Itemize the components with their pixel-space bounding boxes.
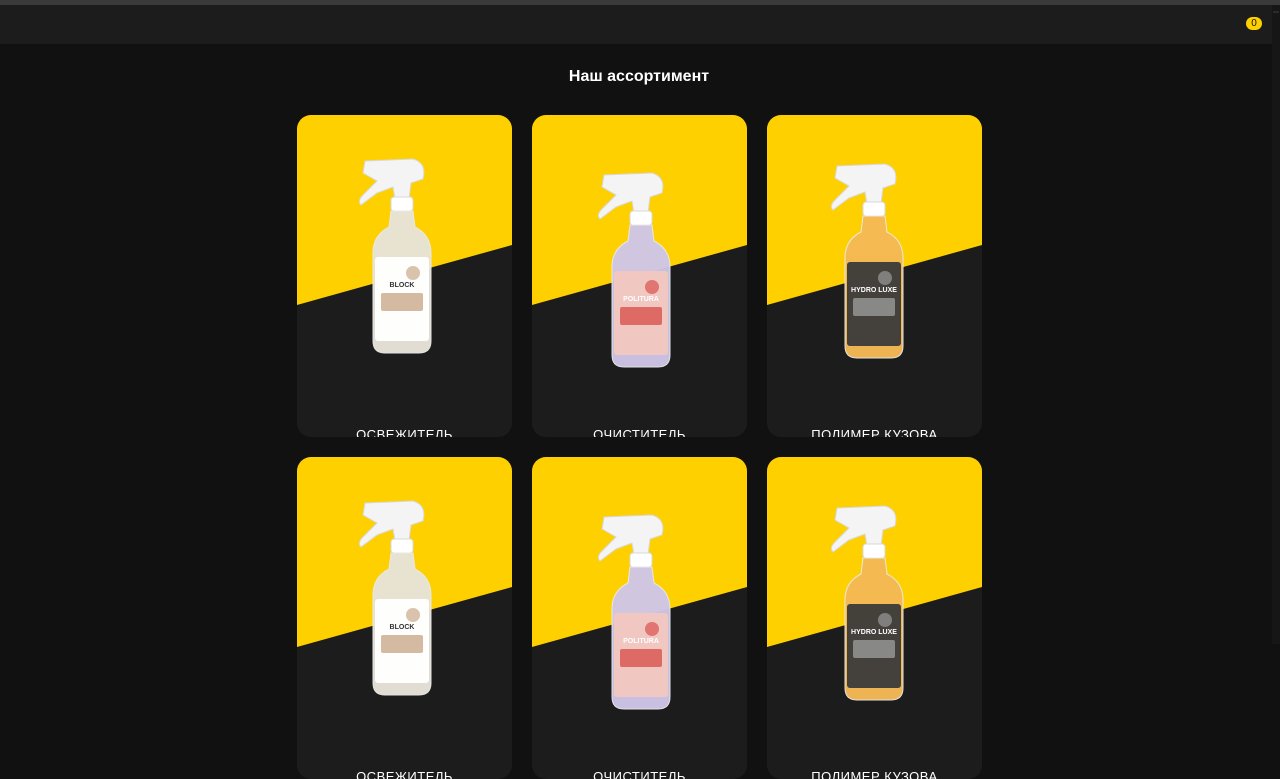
product-name: ОЧИСТИТЕЛЬ bbox=[593, 769, 686, 779]
product-name: ПОЛИМЕР КУЗОВА bbox=[811, 427, 938, 437]
scrollbar[interactable] bbox=[1272, 5, 1280, 644]
product-card[interactable]: BLOCK ОСВЕЖИТЕЛЬ bbox=[297, 457, 512, 779]
product-image: HYDRO LUXE bbox=[767, 457, 982, 779]
bottle-brand-text: POLITURA bbox=[623, 296, 659, 303]
product-name: ОЧИСТИТЕЛЬ bbox=[593, 427, 686, 437]
product-image: POLITURA bbox=[532, 457, 747, 779]
product-card[interactable]: BLOCK ОСВЕЖИТЕЛЬ bbox=[297, 115, 512, 437]
product-image: POLITURA bbox=[532, 115, 747, 437]
section-title: Наш ассортимент bbox=[568, 68, 710, 85]
product-card[interactable]: HYDRO LUXE ПОЛИМЕР КУЗОВА bbox=[767, 457, 982, 779]
product-card[interactable]: POLITURA ОЧИСТИТЕЛЬ bbox=[532, 115, 747, 437]
cart-count-badge[interactable]: 0 bbox=[1246, 17, 1262, 30]
bottle-brand-text: BLOCK bbox=[390, 624, 415, 631]
site-header: 0 bbox=[0, 5, 1272, 44]
product-image: BLOCK bbox=[297, 457, 512, 779]
product-image: HYDRO LUXE bbox=[767, 115, 982, 437]
product-name: ОСВЕЖИТЕЛЬ bbox=[356, 769, 453, 779]
product-image: BLOCK bbox=[297, 115, 512, 437]
scrollbar-thumb[interactable] bbox=[1273, 11, 1279, 13]
product-card[interactable]: POLITURA ОЧИСТИТЕЛЬ bbox=[532, 457, 747, 779]
bottle-brand-text: BLOCK bbox=[390, 282, 415, 289]
bottle-brand-text: HYDRO LUXE bbox=[851, 287, 897, 294]
bottle-brand-text: HYDRO LUXE bbox=[851, 629, 897, 636]
product-card[interactable]: HYDRO LUXE ПОЛИМЕР КУЗОВА bbox=[767, 115, 982, 437]
product-name: ПОЛИМЕР КУЗОВА bbox=[811, 769, 938, 779]
product-name: ОСВЕЖИТЕЛЬ bbox=[356, 427, 453, 437]
